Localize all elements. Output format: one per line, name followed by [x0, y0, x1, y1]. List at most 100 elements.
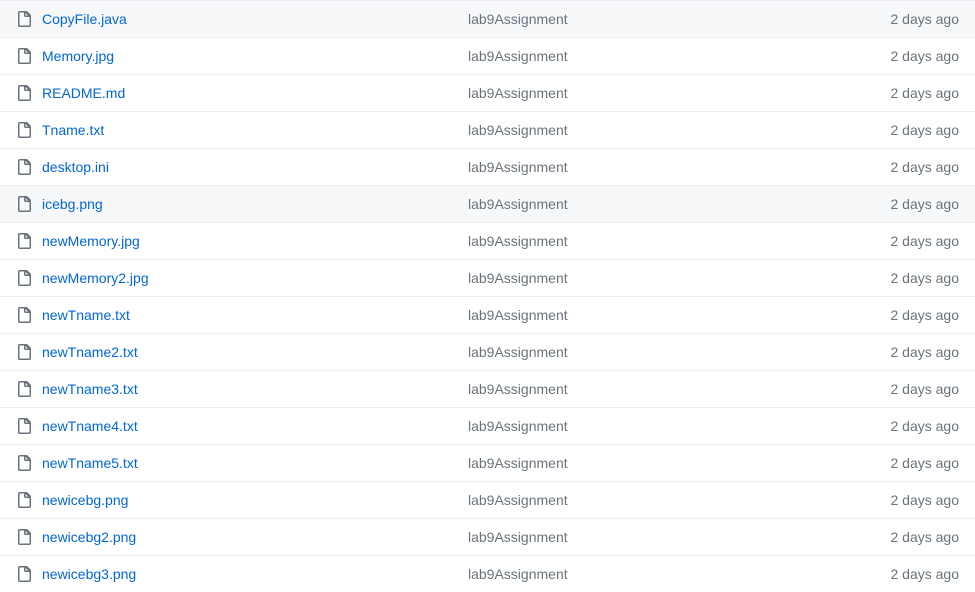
file-name-cell: newTname4.txt: [16, 418, 468, 434]
commit-message-link[interactable]: lab9Assignment: [468, 159, 568, 175]
file-row: newTname2.txt lab9Assignment 2 days ago: [0, 333, 975, 370]
file-link[interactable]: Memory.jpg: [42, 48, 114, 64]
file-name-cell: Memory.jpg: [16, 48, 468, 64]
file-row: newMemory2.jpg lab9Assignment 2 days ago: [0, 259, 975, 296]
commit-message-link[interactable]: lab9Assignment: [468, 11, 568, 27]
file-icon: [16, 270, 32, 286]
file-icon: [16, 566, 32, 582]
commit-message-cell: lab9Assignment: [468, 122, 875, 138]
file-icon: [16, 307, 32, 323]
file-link[interactable]: newTname.txt: [42, 307, 130, 323]
commit-message-cell: lab9Assignment: [468, 85, 875, 101]
file-name-cell: Tname.txt: [16, 122, 468, 138]
file-row: newTname3.txt lab9Assignment 2 days ago: [0, 370, 975, 407]
file-row: newTname4.txt lab9Assignment 2 days ago: [0, 407, 975, 444]
file-age: 2 days ago: [875, 48, 960, 64]
commit-message-link[interactable]: lab9Assignment: [468, 233, 568, 249]
commit-message-link[interactable]: lab9Assignment: [468, 381, 568, 397]
file-link[interactable]: newTname2.txt: [42, 344, 138, 360]
file-row: newicebg.png lab9Assignment 2 days ago: [0, 481, 975, 518]
commit-message-cell: lab9Assignment: [468, 270, 875, 286]
commit-message-cell: lab9Assignment: [468, 48, 875, 64]
file-link[interactable]: Tname.txt: [42, 122, 104, 138]
commit-message-link[interactable]: lab9Assignment: [468, 418, 568, 434]
file-link[interactable]: newMemory2.jpg: [42, 270, 149, 286]
commit-message-cell: lab9Assignment: [468, 566, 875, 582]
commit-message-link[interactable]: lab9Assignment: [468, 492, 568, 508]
file-age: 2 days ago: [875, 233, 960, 249]
commit-message-link[interactable]: lab9Assignment: [468, 85, 568, 101]
file-link[interactable]: newicebg2.png: [42, 529, 136, 545]
file-age: 2 days ago: [875, 529, 960, 545]
commit-message-cell: lab9Assignment: [468, 344, 875, 360]
file-age: 2 days ago: [875, 85, 960, 101]
file-link[interactable]: newTname5.txt: [42, 455, 138, 471]
file-age: 2 days ago: [875, 344, 960, 360]
file-row: icebg.pnglab9Assignment2 days ago: [0, 185, 975, 222]
commit-message-link[interactable]: lab9Assignment: [468, 48, 568, 64]
commit-message-cell: lab9Assignment: [468, 233, 875, 249]
file-link[interactable]: newTname3.txt: [42, 381, 138, 397]
commit-message-link[interactable]: lab9Assignment: [468, 344, 568, 360]
file-link[interactable]: newicebg3.png: [42, 566, 136, 582]
file-icon: [16, 196, 32, 212]
file-link[interactable]: icebg.png: [42, 196, 103, 212]
file-icon: [16, 48, 32, 64]
file-age: 2 days ago: [875, 270, 960, 286]
commit-message-link[interactable]: lab9Assignment: [468, 122, 568, 138]
file-row: newTname5.txt lab9Assignment 2 days ago: [0, 444, 975, 481]
file-icon: [16, 418, 32, 434]
commit-message-cell: lab9Assignment: [468, 381, 875, 397]
file-name-cell: newicebg.png: [16, 492, 468, 508]
file-link[interactable]: newTname4.txt: [42, 418, 138, 434]
file-age: 2 days ago: [875, 455, 960, 471]
commit-message-cell: lab9Assignment: [468, 492, 875, 508]
file-icon: [16, 159, 32, 175]
commit-message-link[interactable]: lab9Assignment: [468, 566, 568, 582]
file-icon: [16, 529, 32, 545]
file-icon: [16, 381, 32, 397]
file-link[interactable]: newicebg.png: [42, 492, 128, 508]
file-link[interactable]: README.md: [42, 85, 125, 101]
file-row: newTname.txt lab9Assignment 2 days ago: [0, 296, 975, 333]
file-link[interactable]: newMemory.jpg: [42, 233, 140, 249]
file-icon: [16, 492, 32, 508]
commit-message-link[interactable]: lab9Assignment: [468, 307, 568, 323]
file-icon: [16, 233, 32, 249]
file-row: desktop.ini lab9Assignment 2 days ago: [0, 148, 975, 185]
file-link[interactable]: CopyFile.java: [42, 11, 127, 27]
file-age: 2 days ago: [875, 492, 960, 508]
file-icon: [16, 85, 32, 101]
file-name-cell: newTname2.txt: [16, 344, 468, 360]
file-age: 2 days ago: [875, 307, 960, 323]
commit-message-link[interactable]: lab9Assignment: [468, 270, 568, 286]
file-icon: [16, 455, 32, 471]
commit-message-link[interactable]: lab9Assignment: [468, 455, 568, 471]
commit-message-link[interactable]: lab9Assignment: [468, 529, 568, 545]
commit-message-cell: lab9Assignment: [468, 11, 875, 27]
file-name-cell: desktop.ini: [16, 159, 468, 175]
file-link[interactable]: desktop.ini: [42, 159, 109, 175]
file-age: 2 days ago: [875, 418, 960, 434]
file-age: 2 days ago: [875, 381, 960, 397]
file-row: Tname.txt lab9Assignment 2 days ago: [0, 111, 975, 148]
file-age: 2 days ago: [875, 159, 960, 175]
file-age: 2 days ago: [875, 11, 960, 27]
file-row: Memory.jpg lab9Assignment 2 days ago: [0, 37, 975, 74]
file-name-cell: README.md: [16, 85, 468, 101]
file-name-cell: newTname3.txt: [16, 381, 468, 397]
file-age: 2 days ago: [875, 566, 960, 582]
commit-message-link[interactable]: lab9Assignment: [468, 196, 568, 212]
file-name-cell: newicebg3.png: [16, 566, 468, 582]
file-icon: [16, 122, 32, 138]
file-age: 2 days ago: [875, 122, 960, 138]
commit-message-cell: lab9Assignment: [468, 307, 875, 323]
file-name-cell: CopyFile.java: [16, 11, 468, 27]
file-list: CopyFile.javalab9Assignment2 days agoMem…: [0, 0, 975, 592]
file-row: newMemory.jpg lab9Assignment 2 days ago: [0, 222, 975, 259]
file-row: newicebg3.png lab9Assignment 2 days ago: [0, 555, 975, 592]
file-name-cell: newMemory.jpg: [16, 233, 468, 249]
file-name-cell: newMemory2.jpg: [16, 270, 468, 286]
file-icon: [16, 344, 32, 360]
file-name-cell: icebg.png: [16, 196, 468, 212]
